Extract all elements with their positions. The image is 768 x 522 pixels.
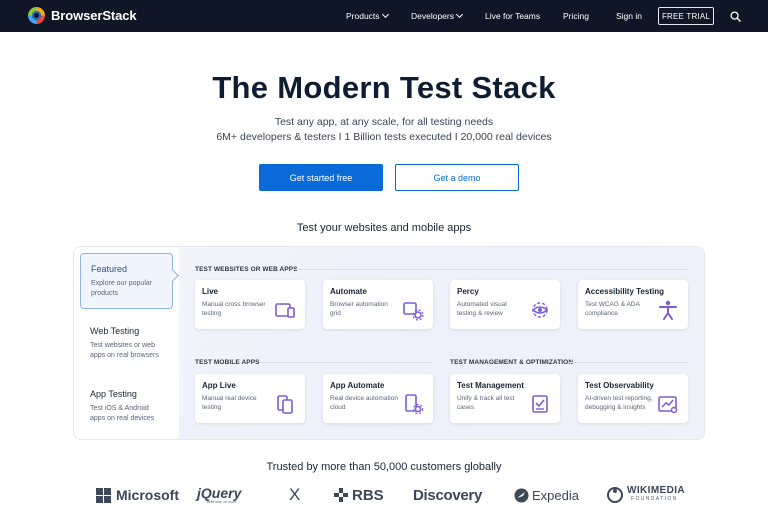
top-navbar: BrowserStack Products Developers Live fo… (0, 0, 768, 32)
card-title: Live (202, 287, 219, 296)
card-desc: Manual cross browser testing (202, 301, 266, 317)
chevron-down-icon (455, 10, 464, 19)
card-title: Test Observability (585, 381, 654, 390)
card-desc: AI-driven test reporting, debugging & in… (585, 395, 653, 411)
product-cards-area: TEST WEBSITES OR WEB APPS TEST MOBILE AP… (179, 247, 704, 439)
product-card-app-live[interactable]: App Live Manual real device testing (195, 374, 305, 423)
sidebar-item-title: App Testing (90, 389, 137, 399)
browser-gear-icon (403, 302, 424, 321)
nav-products[interactable]: Products (346, 10, 389, 21)
microsoft-wordmark: Microsoft (116, 487, 179, 503)
get-started-free-button[interactable]: Get started free (259, 164, 383, 191)
nav-pricing[interactable]: Pricing (563, 11, 589, 21)
rbs-wordmark: RBS (352, 486, 384, 504)
card-title: Automate (330, 287, 367, 296)
jquery-wordmark: jQuery (197, 484, 242, 501)
products-panel: Featured Explore our popular products We… (73, 246, 705, 440)
x-logo: X (289, 484, 300, 506)
hero-title: The Modern Test Stack (212, 70, 556, 105)
rbs-daisy-icon (334, 488, 348, 502)
group-label-management: TEST MANAGEMENT & OPTIMIZATION (450, 359, 574, 366)
browserstack-logo-icon (28, 7, 45, 24)
chevron-down-icon (381, 10, 389, 19)
jquery-tagline: write less, do more. (207, 499, 238, 504)
checklist-icon (532, 395, 548, 413)
nav-developers[interactable]: Developers (411, 10, 464, 21)
wikimedia-text: WIKIMEDIA FOUNDATION (627, 486, 685, 504)
sidebar-item-desc: Test iOS & Android apps on real devices (90, 405, 155, 422)
product-card-automate[interactable]: Automate Browser automation grid (323, 280, 433, 329)
divider (292, 269, 688, 270)
product-card-test-observability[interactable]: Test Observability AI-driven test report… (578, 374, 688, 423)
card-desc: Manual real device testing (202, 395, 257, 411)
group-label-web: TEST WEBSITES OR WEB APPS (195, 266, 298, 273)
microsoft-logo: Microsoft (96, 484, 179, 506)
get-a-demo-button[interactable]: Get a demo (395, 164, 519, 191)
chart-insight-icon (658, 396, 678, 414)
nav-products-label: Products (346, 11, 380, 21)
card-desc: Real device automation cloud (330, 395, 398, 411)
discovery-logo: Discovery (413, 484, 482, 506)
divider (569, 362, 688, 363)
wikimedia-wordmark: WIKIMEDIA (627, 485, 686, 496)
accessibility-person-icon (659, 300, 677, 320)
expedia-logo: Expedia (514, 484, 579, 506)
microsoft-windows-icon (96, 487, 111, 503)
wikimedia-logo: WIKIMEDIA FOUNDATION (607, 484, 685, 506)
product-card-test-management[interactable]: Test Management Unify & track all test c… (450, 374, 560, 423)
sidebar-item-title: Featured (91, 264, 128, 274)
browser-window-icon (275, 303, 295, 318)
product-card-app-automate[interactable]: App Automate Real device automation clou… (323, 374, 433, 423)
discovery-wordmark: Discovery (413, 486, 483, 504)
card-title: App Automate (330, 381, 385, 390)
card-title: Accessibility Testing (585, 287, 664, 296)
nav-pricing-label: Pricing (563, 11, 589, 21)
sidebar-item-desc: Explore our popular products (91, 280, 153, 297)
nav-sign-in[interactable]: Sign in (616, 11, 642, 21)
nav-live-for-teams-label: Live for Teams (485, 11, 541, 21)
brand-logo[interactable]: BrowserStack (28, 7, 137, 24)
hero-stats: 6M+ developers & testers I 1 Billion tes… (216, 131, 552, 143)
hero-subtitle: Test any app, at any scale, for all test… (274, 116, 494, 128)
sidebar-item-desc: Test websites or web apps on real browse… (90, 342, 159, 359)
expedia-globe-icon (514, 488, 529, 502)
x-wordmark: X (289, 485, 301, 504)
card-desc: Browser automation grid (330, 301, 388, 317)
wikimedia-icon (607, 487, 623, 503)
nav-developers-label: Developers (411, 11, 454, 21)
card-desc: Unify & track all test cases (457, 395, 515, 411)
product-card-accessibility-testing[interactable]: Accessibility Testing Test WCAG & ADA co… (578, 280, 688, 329)
expedia-wordmark: Expedia (532, 487, 579, 503)
nav-sign-in-label: Sign in (616, 11, 642, 21)
product-card-live[interactable]: Live Manual cross browser testing (195, 280, 305, 329)
mobile-gear-icon (405, 394, 424, 415)
sidebar-item-featured[interactable]: Featured Explore our popular products (80, 253, 173, 309)
trusted-title: Trusted by more than 50,000 customers gl… (266, 461, 502, 473)
sidebar-item-app-testing[interactable]: App Testing Test iOS & Android apps on r… (80, 379, 173, 433)
nav-live-for-teams[interactable]: Live for Teams (485, 11, 540, 21)
free-trial-button[interactable]: FREE TRIAL (658, 7, 714, 25)
mobile-devices-icon (277, 395, 293, 414)
eye-gear-icon (531, 302, 549, 318)
divider (259, 362, 432, 363)
card-desc: Automated visual testing & review (457, 301, 507, 317)
sidebar-item-title: Web Testing (90, 326, 140, 336)
sidebar-item-web-testing[interactable]: Web Testing Test websites or web apps on… (80, 316, 173, 370)
jquery-logo: jQuery write less, do more. (197, 484, 241, 506)
card-title: Percy (457, 287, 479, 296)
products-section-title: Test your websites and mobile apps (296, 222, 472, 234)
search-icon[interactable] (730, 11, 741, 22)
card-title: Test Management (457, 381, 524, 390)
wikimedia-foundation: FOUNDATION (631, 496, 678, 502)
brand-name: BrowserStack (51, 8, 137, 23)
card-title: App Live (202, 381, 236, 390)
group-label-mobile: TEST MOBILE APPS (195, 359, 260, 366)
product-card-percy[interactable]: Percy Automated visual testing & review (450, 280, 560, 329)
rbs-logo: RBS (334, 484, 384, 506)
card-desc: Test WCAG & ADA compliance (585, 301, 640, 317)
